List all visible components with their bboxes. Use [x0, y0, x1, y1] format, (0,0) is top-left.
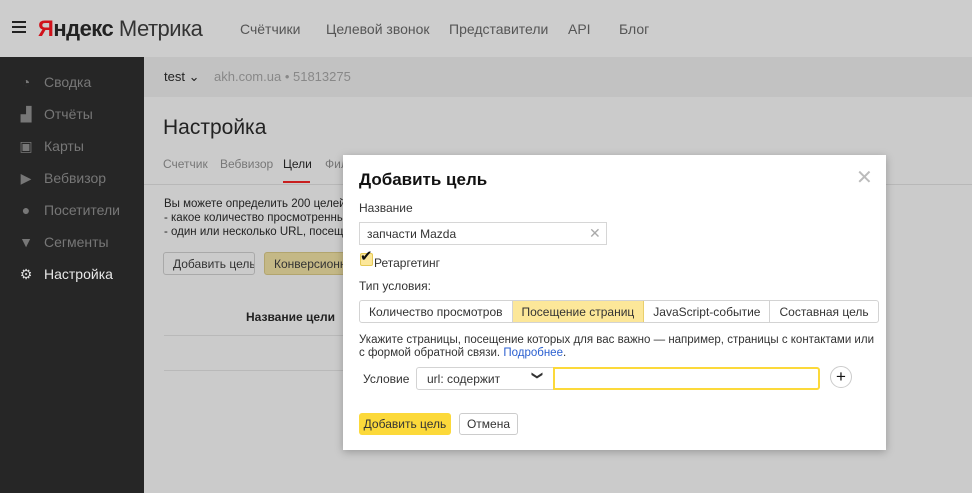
nav-representatives[interactable]: Представители	[449, 21, 548, 37]
logo-letter: Я	[38, 16, 54, 41]
sidebar-item-label: Сводка	[44, 74, 92, 90]
type-js-event[interactable]: JavaScript-событие	[644, 301, 771, 322]
sidebar-item-reports[interactable]: ▟ Отчёты	[18, 105, 93, 123]
goal-name-input[interactable]: запчасти Mazda	[359, 222, 607, 245]
sidebar-item-label: Вебвизор	[44, 170, 107, 186]
dialog-title: Добавить цель	[359, 170, 488, 189]
nav-api[interactable]: API	[568, 21, 591, 37]
add-goal-dialog: Добавить цель ✕ Название запчасти Mazda …	[343, 155, 886, 450]
sidebar-item-label: Настройка	[44, 266, 113, 282]
nav-blog[interactable]: Блог	[619, 21, 649, 37]
sidebar-item-label: Отчёты	[44, 106, 93, 122]
checkmark-icon: ✔	[360, 248, 373, 265]
close-icon[interactable]: ✕	[856, 168, 873, 188]
chevron-down-icon: ⌄	[188, 69, 200, 84]
type-pageviews[interactable]: Количество просмотров	[360, 301, 513, 322]
logo[interactable]: Яндекс Метрика	[38, 16, 203, 42]
play-icon: ▶	[20, 169, 32, 186]
hint-body: Укажите страницы, посещение которых для …	[359, 334, 874, 359]
condition-type-label: Тип условия:	[359, 279, 431, 293]
menu-icon[interactable]	[12, 21, 26, 33]
info-text: Вы можете определить 200 целей для	[164, 198, 344, 210]
gear-icon: ⚙	[19, 265, 33, 282]
plus-icon: +	[836, 367, 846, 386]
sidebar: ◔ Сводка ▟ Отчёты ▣ Карты ▶ Вебвизор ● Посети…	[0, 57, 144, 493]
sidebar-item-label: Сегменты	[44, 234, 109, 250]
clear-icon[interactable]: ✕	[589, 225, 601, 242]
logo-brand: ндекс	[53, 16, 114, 41]
info-text: - какое количество просмотренных с	[164, 212, 344, 224]
condition-value-input[interactable]	[553, 367, 820, 390]
conversion-button[interactable]: Конверсионные	[264, 252, 346, 275]
add-condition-button[interactable]: +	[830, 366, 852, 388]
condition-type-selector: Количество просмотров Посещение страниц …	[359, 300, 879, 323]
tab-webvisor[interactable]: Вебвизор	[220, 157, 273, 171]
name-label: Название	[359, 201, 413, 215]
sidebar-item-webvisor[interactable]: ▶ Вебвизор	[18, 169, 107, 187]
more-link[interactable]: Подробнее	[503, 347, 563, 359]
map-icon: ▣	[19, 137, 33, 154]
sidebar-item-segments[interactable]: ▼ Сегменты	[18, 234, 109, 250]
counter-selector[interactable]: test ⌄	[164, 69, 200, 85]
logo-product: Метрика	[118, 16, 203, 41]
gauge-icon: ◔	[21, 74, 31, 90]
column-header: Название цели	[246, 310, 336, 324]
sidebar-item-settings[interactable]: ⚙ Настройка	[18, 265, 113, 283]
hint-text: Укажите страницы, посещение которых для …	[359, 334, 874, 359]
nav-counters[interactable]: Счётчики	[240, 21, 301, 37]
tab-goals[interactable]: Цели	[283, 157, 312, 171]
page-title: Настройка	[163, 116, 267, 139]
sidebar-item-maps[interactable]: ▣ Карты	[18, 137, 84, 155]
divider	[164, 370, 344, 371]
active-tab-indicator	[283, 181, 310, 183]
type-page-visit[interactable]: Посещение страниц	[512, 301, 645, 322]
bar-chart-icon: ▟	[20, 105, 32, 122]
cancel-button[interactable]: Отмена	[459, 413, 518, 435]
tab-counter[interactable]: Счетчик	[163, 157, 208, 171]
user-icon: ●	[21, 202, 31, 218]
divider	[164, 335, 344, 336]
sidebar-item-label: Посетители	[44, 202, 120, 218]
tab-filters[interactable]: Фильтры	[325, 157, 343, 171]
sidebar-item-summary[interactable]: ◔ Сводка	[18, 74, 92, 90]
filter-icon: ▼	[19, 234, 33, 250]
add-goal-button[interactable]: Добавить цель	[359, 413, 451, 435]
type-composite[interactable]: Составная цель	[770, 301, 877, 322]
sidebar-item-label: Карты	[44, 138, 84, 154]
condition-label: Условие	[363, 372, 410, 386]
chevron-down-icon: ❯	[531, 370, 544, 381]
nav-call-tracking[interactable]: Целевой звонок	[326, 21, 430, 37]
add-goal-button-bg[interactable]: Добавить цель	[163, 252, 255, 275]
sidebar-item-visitors[interactable]: ● Посетители	[18, 202, 120, 218]
info-text: - один или несколько URL, посещени	[164, 226, 344, 238]
counter-name: test	[164, 69, 185, 84]
site-id: akh.com.ua • 51813275	[214, 69, 351, 84]
retargeting-label[interactable]: Ретаргетинг	[374, 256, 440, 270]
